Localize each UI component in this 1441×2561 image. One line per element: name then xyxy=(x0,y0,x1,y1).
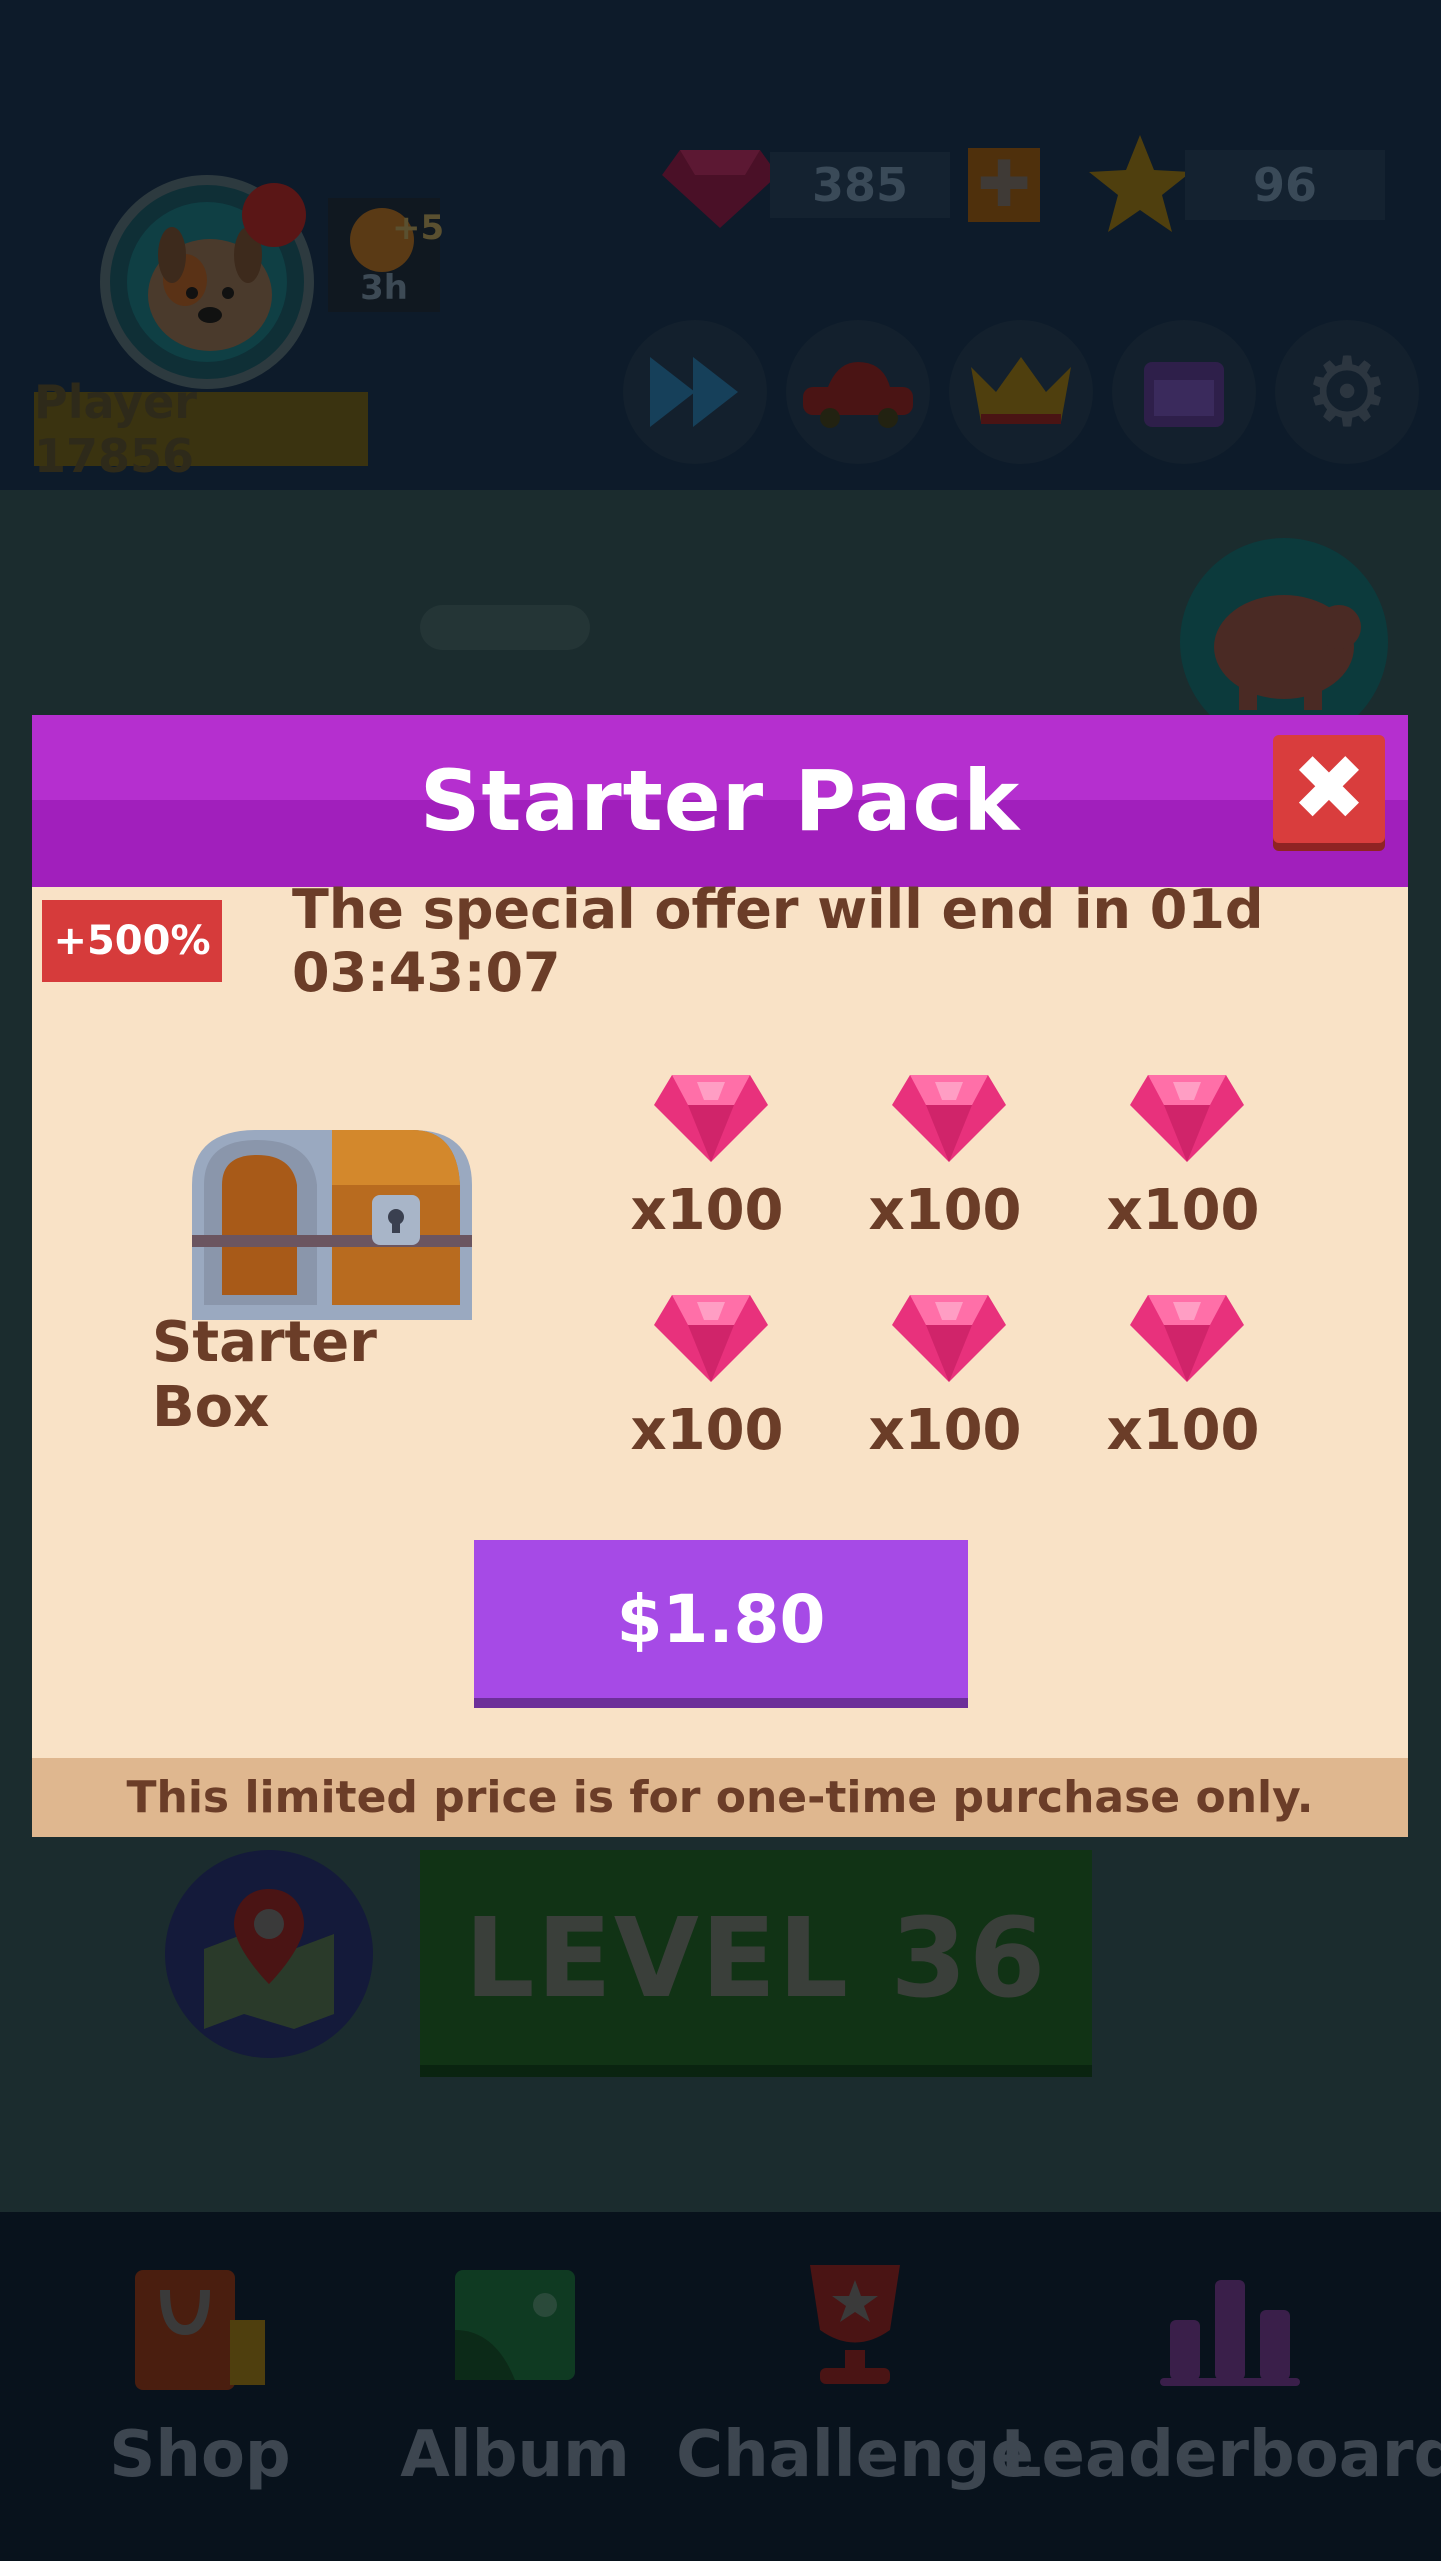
gear-icon: ⚙ xyxy=(1303,336,1391,448)
player-name-plate[interactable]: Player 17856 xyxy=(34,375,368,483)
gem-icon xyxy=(1130,1075,1244,1162)
gem-reward-2: x100 xyxy=(860,1070,1030,1260)
purchase-note: This limited price is for one-time purch… xyxy=(32,1758,1408,1837)
close-button[interactable]: ✖ xyxy=(1273,735,1385,843)
gem-icon xyxy=(654,1295,768,1382)
starter-pack-modal: Starter Pack ✖ +500% The special offer w… xyxy=(32,715,1408,1837)
gem-quantity: x100 xyxy=(868,1177,1022,1243)
map-icon xyxy=(204,1889,334,2029)
gem-reward-3: x100 xyxy=(1098,1070,1268,1260)
notification-dot xyxy=(242,183,306,247)
gem-icon xyxy=(1130,1295,1244,1382)
gem-quantity: x100 xyxy=(868,1397,1022,1463)
gem-quantity: x100 xyxy=(630,1177,784,1243)
skip-button[interactable] xyxy=(623,320,767,464)
offer-countdown: The special offer will end in 01d 03:43:… xyxy=(292,878,1264,1004)
star-count: 96 xyxy=(1185,150,1385,220)
gem-counter: 385 ✚ xyxy=(660,140,1040,230)
gem-icon xyxy=(662,150,778,228)
gem-reward-1: x100 xyxy=(622,1070,792,1260)
nav-leaderboard-label: Leaderboard xyxy=(1000,2418,1441,2492)
shopping-bag-icon xyxy=(135,2270,265,2390)
calendar-button[interactable] xyxy=(1112,320,1256,464)
gem-reward-4: x100 xyxy=(622,1290,792,1480)
piggy-bank-icon xyxy=(1214,595,1361,710)
gem-reward-5: x100 xyxy=(860,1290,1030,1480)
trophy-icon xyxy=(810,2265,900,2384)
nav-leaderboard[interactable]: Leaderboard xyxy=(1000,2260,1441,2510)
level-button[interactable]: LEVEL 36 xyxy=(420,1850,1092,2065)
gem-quantity: x100 xyxy=(1106,1397,1260,1463)
nav-shop-label: Shop xyxy=(109,2418,291,2492)
fast-forward-icon xyxy=(650,357,738,427)
leaderboard-icon xyxy=(1160,2280,1300,2386)
plus-icon: ✚ xyxy=(977,148,1031,222)
energy-box[interactable]: +5 3h xyxy=(328,198,444,312)
star-icon xyxy=(1089,135,1191,232)
modal-header: Starter Pack ✖ xyxy=(32,715,1408,887)
gem-icon xyxy=(654,1075,768,1162)
bonus-badge: +500% xyxy=(42,900,222,982)
cloud-icon xyxy=(420,605,590,650)
gem-quantity: x100 xyxy=(630,1397,784,1463)
gem-icon xyxy=(892,1075,1006,1162)
energy-timer: 3h xyxy=(360,268,408,308)
gem-count: 385 xyxy=(770,152,950,218)
buy-button[interactable]: $1.80 xyxy=(474,1540,968,1698)
gem-reward-6: x100 xyxy=(1098,1290,1268,1480)
gem-quantity: x100 xyxy=(1106,1177,1260,1243)
crown-icon xyxy=(971,357,1071,424)
nav-challenge-label: Challenge xyxy=(676,2418,1034,2492)
crown-button[interactable] xyxy=(949,320,1093,464)
energy-bonus: +5 xyxy=(392,208,445,248)
nav-challenge[interactable]: Challenge xyxy=(676,2260,1034,2510)
treasure-chest-icon xyxy=(192,1130,472,1320)
map-button[interactable] xyxy=(165,1850,373,2058)
nav-album[interactable]: Album xyxy=(395,2260,635,2510)
level-label: LEVEL 36 xyxy=(464,1893,1048,2022)
garage-button[interactable] xyxy=(786,320,930,464)
star-counter: 96 xyxy=(1085,130,1385,240)
player-name: Player 17856 xyxy=(34,375,197,483)
gem-icon xyxy=(892,1295,1006,1382)
calendar-icon xyxy=(1144,362,1224,427)
starter-box-label: Starter Box xyxy=(152,1310,377,1440)
car-icon xyxy=(803,362,913,428)
settings-button[interactable]: ⚙ xyxy=(1275,320,1419,464)
nav-album-label: Album xyxy=(400,2418,630,2492)
modal-title: Starter Pack xyxy=(419,752,1021,850)
nav-shop[interactable]: Shop xyxy=(80,2260,320,2510)
close-icon: ✖ xyxy=(1291,736,1367,841)
add-gems-button[interactable]: ✚ xyxy=(968,148,1040,222)
album-icon xyxy=(455,2270,575,2380)
